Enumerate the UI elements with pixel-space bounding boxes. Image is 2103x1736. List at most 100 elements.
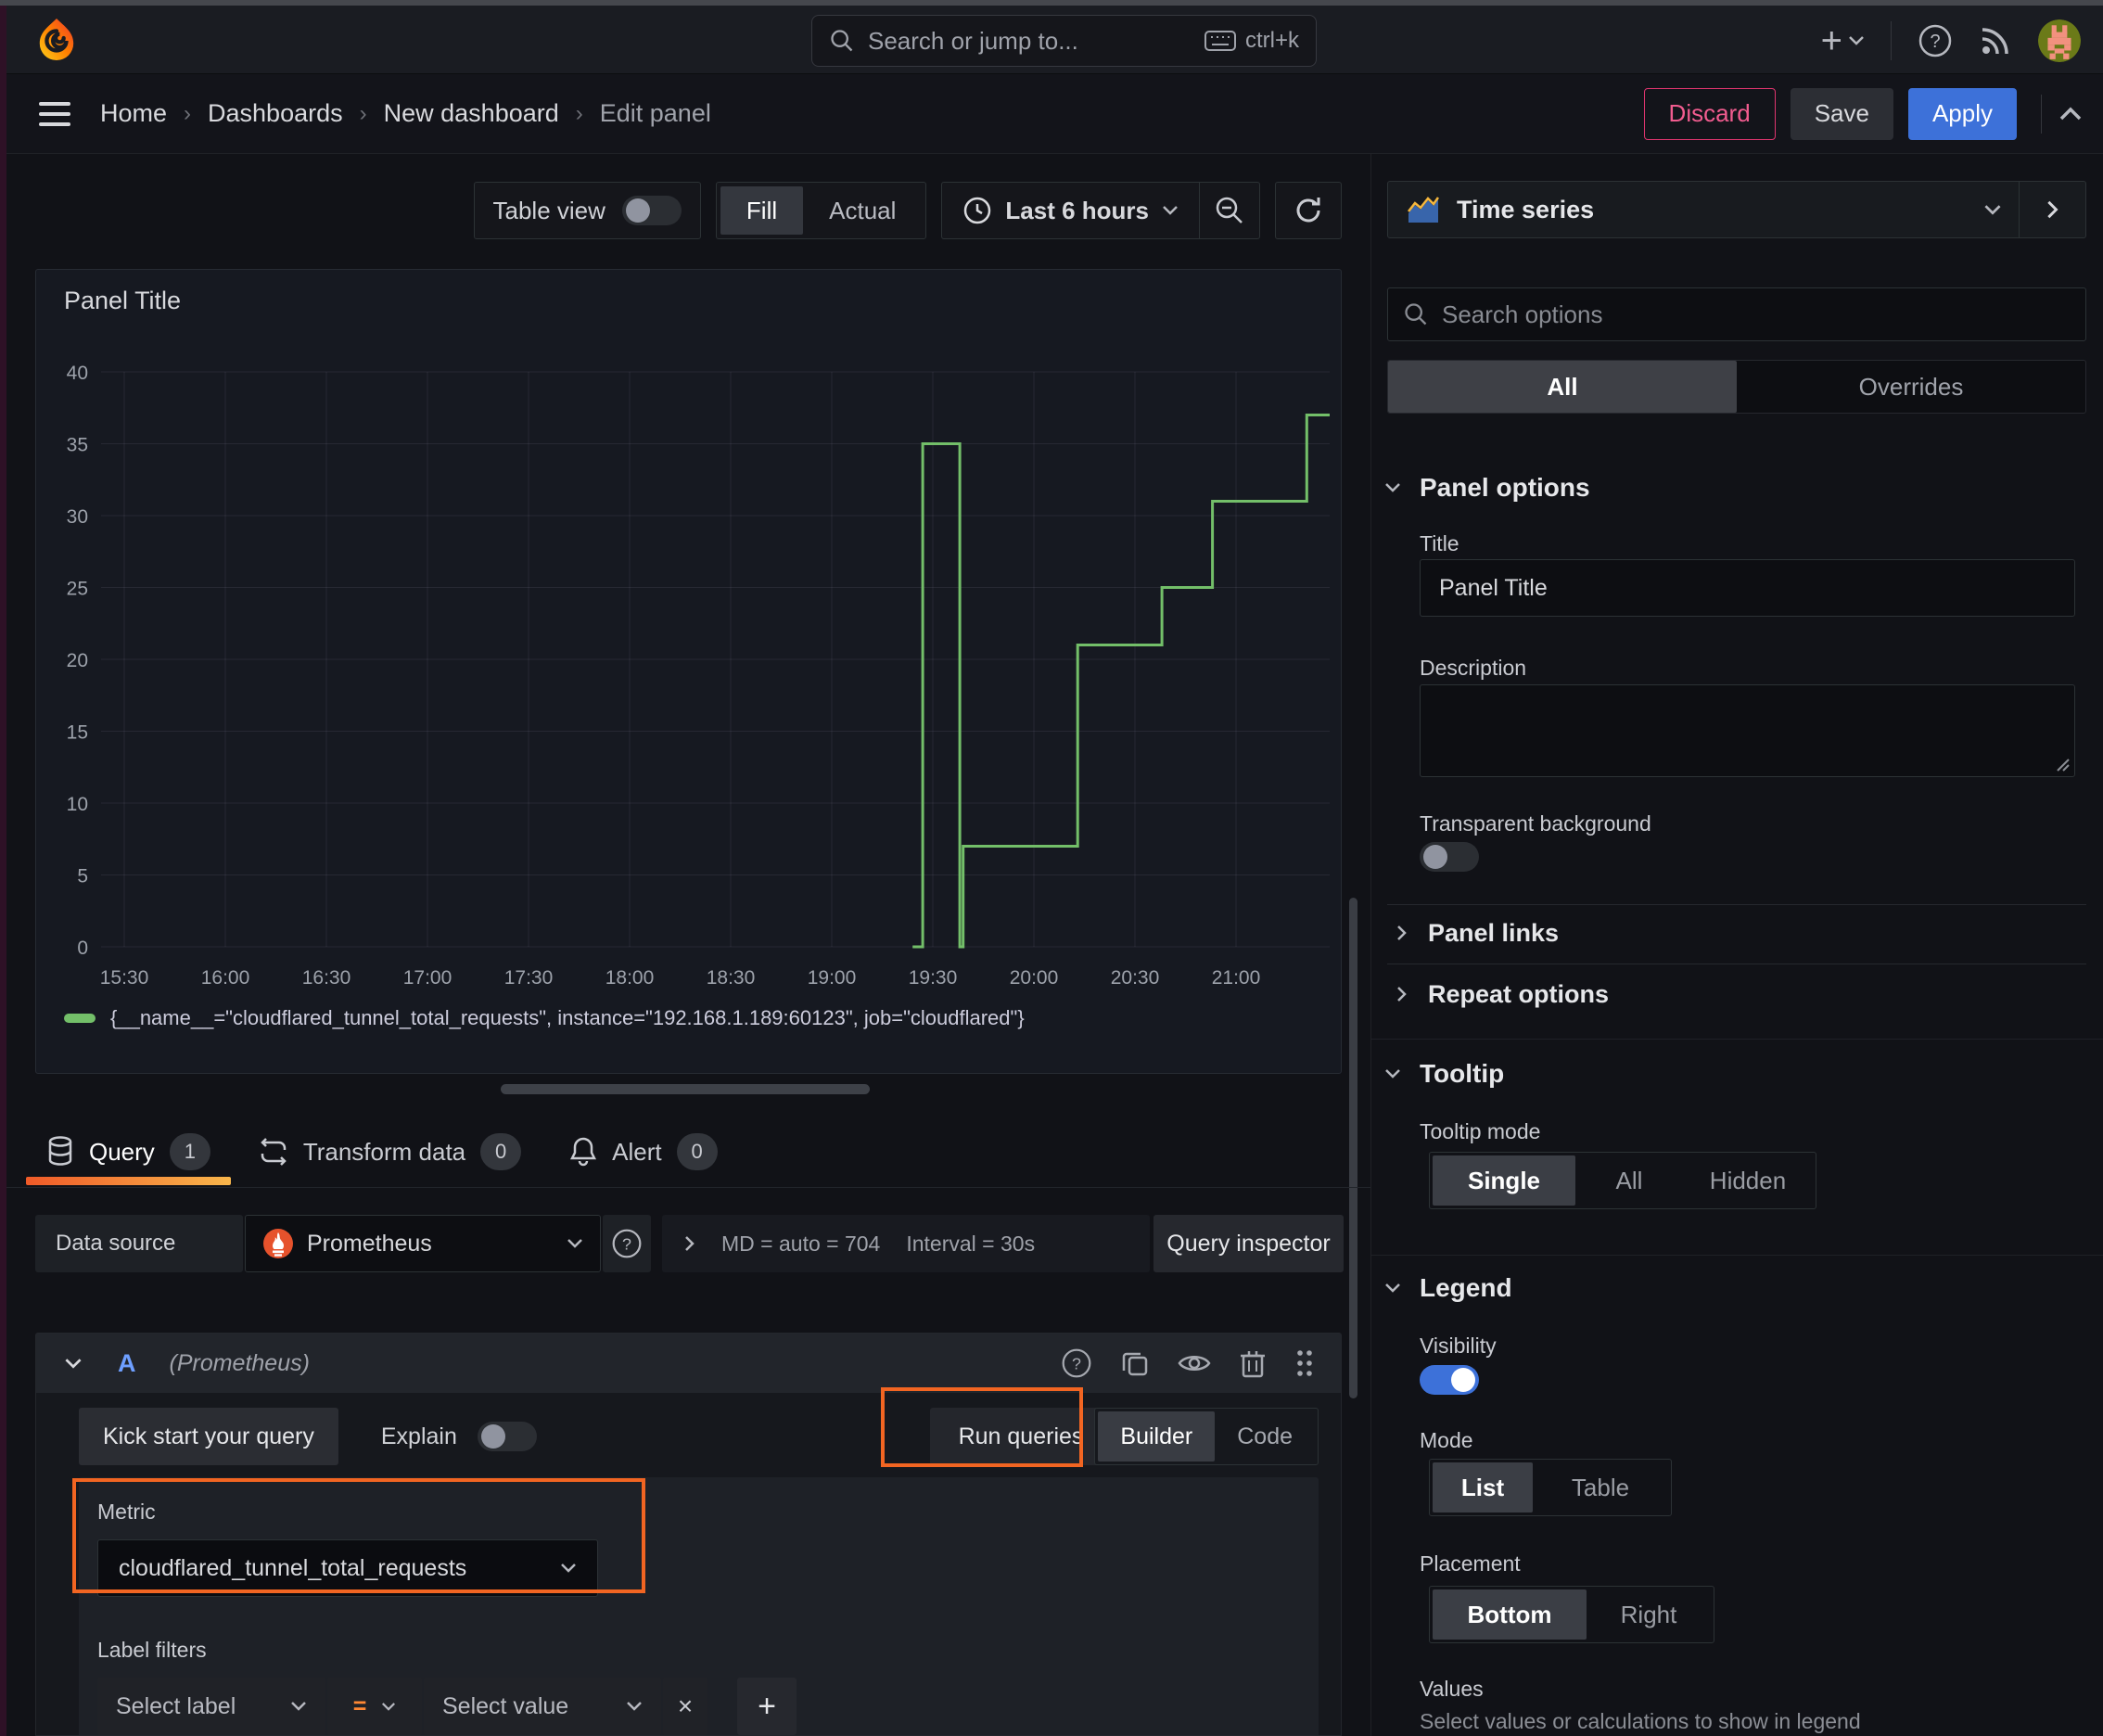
select-label-dropdown[interactable]: Select label <box>97 1678 325 1735</box>
chevron-down-icon <box>1849 36 1864 45</box>
time-series-chart[interactable]: 0 5 10 15 20 25 30 35 40 15:30 16:00 16:30 17:00 17:3… <box>36 270 1341 1073</box>
datasource-label: Data source <box>35 1215 243 1272</box>
select-value-dropdown[interactable]: Select value <box>424 1678 661 1735</box>
kickstart-query-button[interactable]: Kick start your query <box>79 1408 338 1465</box>
tab-query[interactable]: Query 1 <box>22 1124 235 1185</box>
query-row-header[interactable]: A (Prometheus) ? <box>36 1334 1341 1393</box>
query-options-summary[interactable]: MD = auto = 704 Interval = 30s <box>662 1215 1150 1272</box>
legend-section-header[interactable]: Legend <box>1384 1273 1512 1303</box>
vertical-scrollbar[interactable] <box>1349 898 1357 1398</box>
shortcut-hint: ctrl+k <box>1204 28 1299 54</box>
tooltip-all-option[interactable]: All <box>1575 1155 1683 1206</box>
tab-alert[interactable]: Alert 0 <box>545 1124 741 1180</box>
placement-bottom-option[interactable]: Bottom <box>1433 1589 1587 1640</box>
breadcrumb-dashboards[interactable]: Dashboards <box>208 99 343 128</box>
svg-text:0: 0 <box>77 938 88 959</box>
resize-grip-icon <box>2057 759 2070 772</box>
tooltip-header-label: Tooltip <box>1420 1059 1505 1088</box>
builder-option[interactable]: Builder <box>1098 1411 1216 1462</box>
collapse-options-button[interactable] <box>2020 181 2086 238</box>
eye-icon <box>1178 1356 1211 1371</box>
table-view-toggle[interactable] <box>621 196 682 225</box>
explain-toggle[interactable] <box>477 1422 537 1451</box>
breadcrumb-bar: Home › Dashboards › New dashboard › Edit… <box>0 74 2103 154</box>
panel-title-input[interactable]: Panel Title <box>1420 559 2075 617</box>
panel-options-section-header[interactable]: Panel options <box>1384 473 1590 503</box>
tooltip-hidden-option[interactable]: Hidden <box>1683 1155 1813 1206</box>
placement-right-option[interactable]: Right <box>1587 1589 1711 1640</box>
toggle-visibility-button[interactable] <box>1178 1351 1211 1375</box>
add-filter-button[interactable]: + <box>737 1678 797 1735</box>
refresh-button[interactable] <box>1275 182 1342 239</box>
editor-resize-handle[interactable] <box>501 1084 870 1094</box>
tooltip-section-header[interactable]: Tooltip <box>1384 1059 1504 1089</box>
help-button[interactable]: ? <box>1918 23 1953 58</box>
copy-icon <box>1122 1352 1148 1376</box>
chevron-right-icon <box>2046 200 2058 219</box>
options-search-input[interactable]: Search options <box>1387 287 2086 341</box>
grafana-logo-icon[interactable] <box>35 17 78 63</box>
legend-visibility-toggle[interactable] <box>1420 1365 1479 1395</box>
panel-links-section[interactable]: Panel links <box>1396 909 1559 957</box>
actual-option[interactable]: Actual <box>803 186 922 235</box>
svg-text:35: 35 <box>67 435 88 456</box>
global-search-input[interactable]: Search or jump to... ctrl+k <box>811 15 1317 67</box>
legend-series-swatch[interactable] <box>64 1014 96 1023</box>
table-view-control: Table view <box>473 182 701 239</box>
datasource-select[interactable]: Prometheus <box>245 1215 601 1272</box>
description-textarea[interactable] <box>1420 684 2075 777</box>
panel-title-value: Panel Title <box>1439 574 1548 601</box>
duplicate-query-button[interactable] <box>1120 1348 1150 1378</box>
user-avatar[interactable] <box>2038 19 2081 62</box>
breadcrumb-separator: › <box>359 100 367 126</box>
drag-handle-icon <box>1297 1350 1312 1376</box>
legend-series-label[interactable]: {__name__="cloudflared_tunnel_total_requ… <box>110 1006 1025 1030</box>
chevron-down-icon <box>567 1239 582 1248</box>
query-help-button[interactable]: ? <box>1061 1347 1092 1379</box>
panel-options-sidebar: Time series Search options All Overrides… <box>1370 154 2103 1736</box>
run-queries-button[interactable]: Run queries <box>930 1408 1112 1465</box>
save-button[interactable]: Save <box>1790 87 1893 140</box>
collapse-editor-button[interactable] <box>2041 94 2083 134</box>
tab-overrides[interactable]: Overrides <box>1737 361 2085 413</box>
transparent-background-toggle[interactable] <box>1420 842 1479 872</box>
svg-text:18:30: 18:30 <box>707 967 756 989</box>
svg-text:16:30: 16:30 <box>302 967 351 989</box>
news-button[interactable] <box>1979 24 2012 57</box>
fill-option[interactable]: Fill <box>720 186 804 235</box>
add-new-button[interactable]: + <box>1821 20 1865 62</box>
metric-select[interactable]: cloudflared_tunnel_total_requests <box>97 1539 598 1597</box>
legend-table-option[interactable]: Table <box>1533 1462 1668 1513</box>
tab-transform-data[interactable]: Transform data 0 <box>235 1124 545 1180</box>
explain-label: Explain <box>380 1423 457 1449</box>
chevron-down-icon <box>1385 1283 1400 1293</box>
top-nav-bar: Search or jump to... ctrl+k + ? <box>0 6 2103 74</box>
legend-list-option[interactable]: List <box>1433 1462 1533 1513</box>
tooltip-single-option[interactable]: Single <box>1433 1155 1575 1206</box>
discard-button[interactable]: Discard <box>1643 87 1776 140</box>
zoom-out-button[interactable] <box>1200 183 1259 238</box>
datasource-help-button[interactable]: ? <box>603 1215 651 1272</box>
time-range-picker[interactable]: Last 6 hours <box>942 183 1199 238</box>
grafana-edit-panel-page: Search or jump to... ctrl+k + ? Home › D… <box>0 0 2103 1736</box>
apply-button[interactable]: Apply <box>1907 87 2017 140</box>
options-search-placeholder: Search options <box>1442 300 1603 328</box>
code-option[interactable]: Code <box>1215 1411 1315 1462</box>
tab-transform-count: 0 <box>480 1133 522 1170</box>
query-editor-card: A (Prometheus) ? Kick start your query E… <box>35 1333 1342 1736</box>
remove-filter-button[interactable]: × <box>663 1678 707 1735</box>
breadcrumb-new-dashboard[interactable]: New dashboard <box>384 99 559 128</box>
chevron-down-icon <box>561 1564 576 1573</box>
delete-query-button[interactable] <box>1239 1347 1267 1379</box>
tab-all-options[interactable]: All <box>1388 361 1737 413</box>
breadcrumb-home[interactable]: Home <box>100 99 167 128</box>
query-inspector-button[interactable]: Query inspector <box>1153 1215 1344 1272</box>
operator-dropdown[interactable]: = <box>327 1678 422 1735</box>
time-range-control: Last 6 hours <box>941 182 1260 239</box>
visualization-select[interactable]: Time series <box>1387 181 2020 238</box>
repeat-options-section[interactable]: Repeat options <box>1396 970 1609 1018</box>
tab-query-label: Query <box>89 1137 155 1166</box>
menu-toggle-button[interactable] <box>39 101 70 126</box>
drag-query-handle[interactable] <box>1294 1347 1315 1379</box>
breadcrumb-separator: › <box>184 100 192 126</box>
